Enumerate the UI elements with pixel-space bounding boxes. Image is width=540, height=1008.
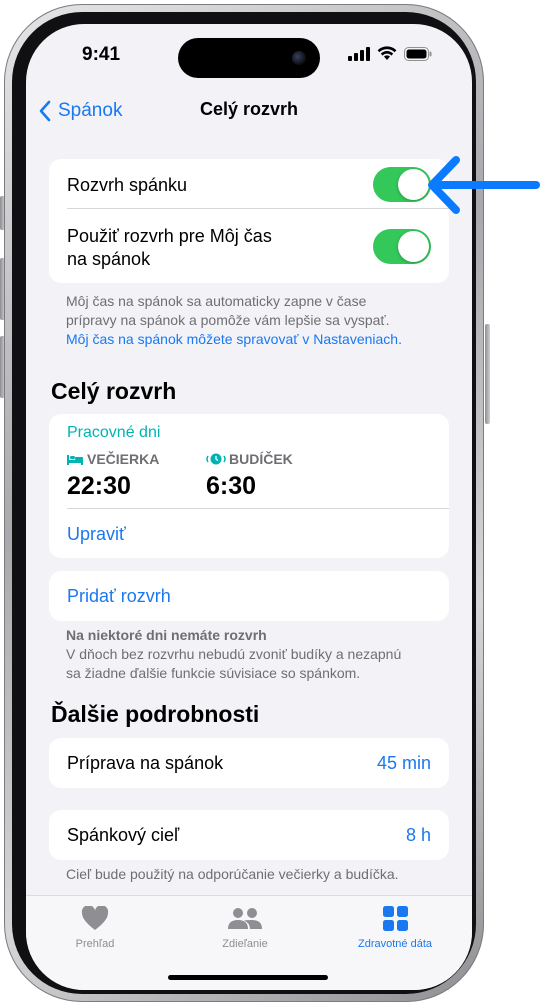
side-button	[485, 324, 490, 424]
edit-schedule-button[interactable]: Upraviť	[67, 524, 126, 545]
use-schedule-line1: Použiť rozvrh pre Môj čas	[67, 226, 272, 246]
settings-link[interactable]: Môj čas na spánok môžete spravovať v Nas…	[66, 330, 446, 349]
wifi-icon	[377, 46, 397, 60]
signal-icon	[348, 46, 370, 61]
add-schedule-button[interactable]: Pridať rozvrh	[67, 586, 171, 607]
alarm-icon	[206, 453, 226, 465]
tab-health-data[interactable]: Zdravotné dáta	[330, 906, 460, 950]
tab-health-data-label: Zdravotné dáta	[358, 938, 432, 950]
wind-down-row[interactable]: Príprava na spánok 45 min	[49, 738, 449, 788]
sleep-goal-note: Cieľ bude použitý na odporúčanie večierk…	[66, 866, 399, 882]
full-schedule-heading: Celý rozvrh	[51, 378, 177, 404]
wake-label: BUDÍČEK	[229, 451, 293, 467]
divider	[67, 508, 449, 509]
bed-icon	[67, 455, 83, 465]
status-time: 9:41	[82, 44, 121, 65]
bedtime-label: VEČIERKA	[87, 451, 160, 467]
use-schedule-line2: na spánok	[67, 249, 151, 269]
screen: 9:41 Spánok Celý rozvrh Rozvrh spánku Po…	[26, 24, 472, 990]
bedtime-header: VEČIERKA	[67, 451, 159, 467]
sleep-schedule-toggle[interactable]	[373, 167, 431, 202]
wake-header: BUDÍČEK	[206, 451, 293, 467]
add-schedule-card: Pridať rozvrh	[49, 571, 449, 621]
divider	[67, 208, 449, 209]
navigation-bar: Spánok Celý rozvrh	[26, 96, 472, 140]
heart-icon	[81, 905, 109, 930]
tab-bar: Prehľad Zdieľanie Zdravotné dáta	[26, 895, 472, 990]
callout-arrow-icon	[428, 156, 540, 214]
note-line1: V dňoch bez rozvrhu nebudú zvoniť budíky…	[66, 646, 402, 662]
note-title: Na niektoré dni nemáte rozvrh	[66, 627, 267, 643]
bedtime-value: 22:30	[67, 472, 131, 500]
info-line2: prípravy na spánok a pomôže vám lepšie s…	[66, 312, 390, 328]
schedule-settings-card: Rozvrh spánku Použiť rozvrh pre Môj čas …	[49, 159, 449, 283]
schedule-days: Pracovné dni	[67, 424, 161, 441]
tab-summary[interactable]: Prehľad	[30, 905, 160, 950]
sleep-goal-row[interactable]: Spánkový cieľ 8 h	[49, 810, 449, 860]
home-indicator	[168, 975, 328, 980]
info-line1: Môj čas na spánok sa automaticky zapne v…	[66, 293, 367, 309]
page-title: Celý rozvrh	[199, 99, 299, 119]
sleep-focus-info: Môj čas na spánok sa automaticky zapne v…	[66, 292, 446, 349]
grid-icon	[382, 906, 408, 931]
dynamic-island	[178, 38, 320, 78]
status-icons	[348, 46, 432, 61]
camera-icon	[292, 51, 306, 65]
sleep-goal-label: Spánkový cieľ	[67, 825, 180, 845]
people-icon	[228, 908, 262, 929]
wind-down-label: Príprava na spánok	[67, 753, 224, 773]
wind-down-value: 45 min	[376, 753, 431, 773]
tab-sharing[interactable]: Zdieľanie	[180, 906, 310, 950]
sleep-goal-value: 8 h	[405, 825, 431, 845]
schedule-card[interactable]: Pracovné dni VEČIERKA 22:30 BUDÍČEK 6:30…	[49, 414, 449, 558]
battery-icon	[404, 46, 432, 61]
tab-summary-label: Prehľad	[75, 938, 115, 950]
wake-value: 6:30	[206, 472, 257, 500]
more-details-heading: Ďalšie podrobnosti	[51, 701, 260, 727]
use-schedule-toggle[interactable]	[373, 229, 431, 264]
note-line2: sa žiadne ďalšie funkcie súvisiace so sp…	[66, 665, 361, 681]
no-schedule-note: Na niektoré dni nemáte rozvrh V dňoch be…	[66, 626, 446, 683]
tab-sharing-label: Zdieľanie	[222, 938, 268, 950]
